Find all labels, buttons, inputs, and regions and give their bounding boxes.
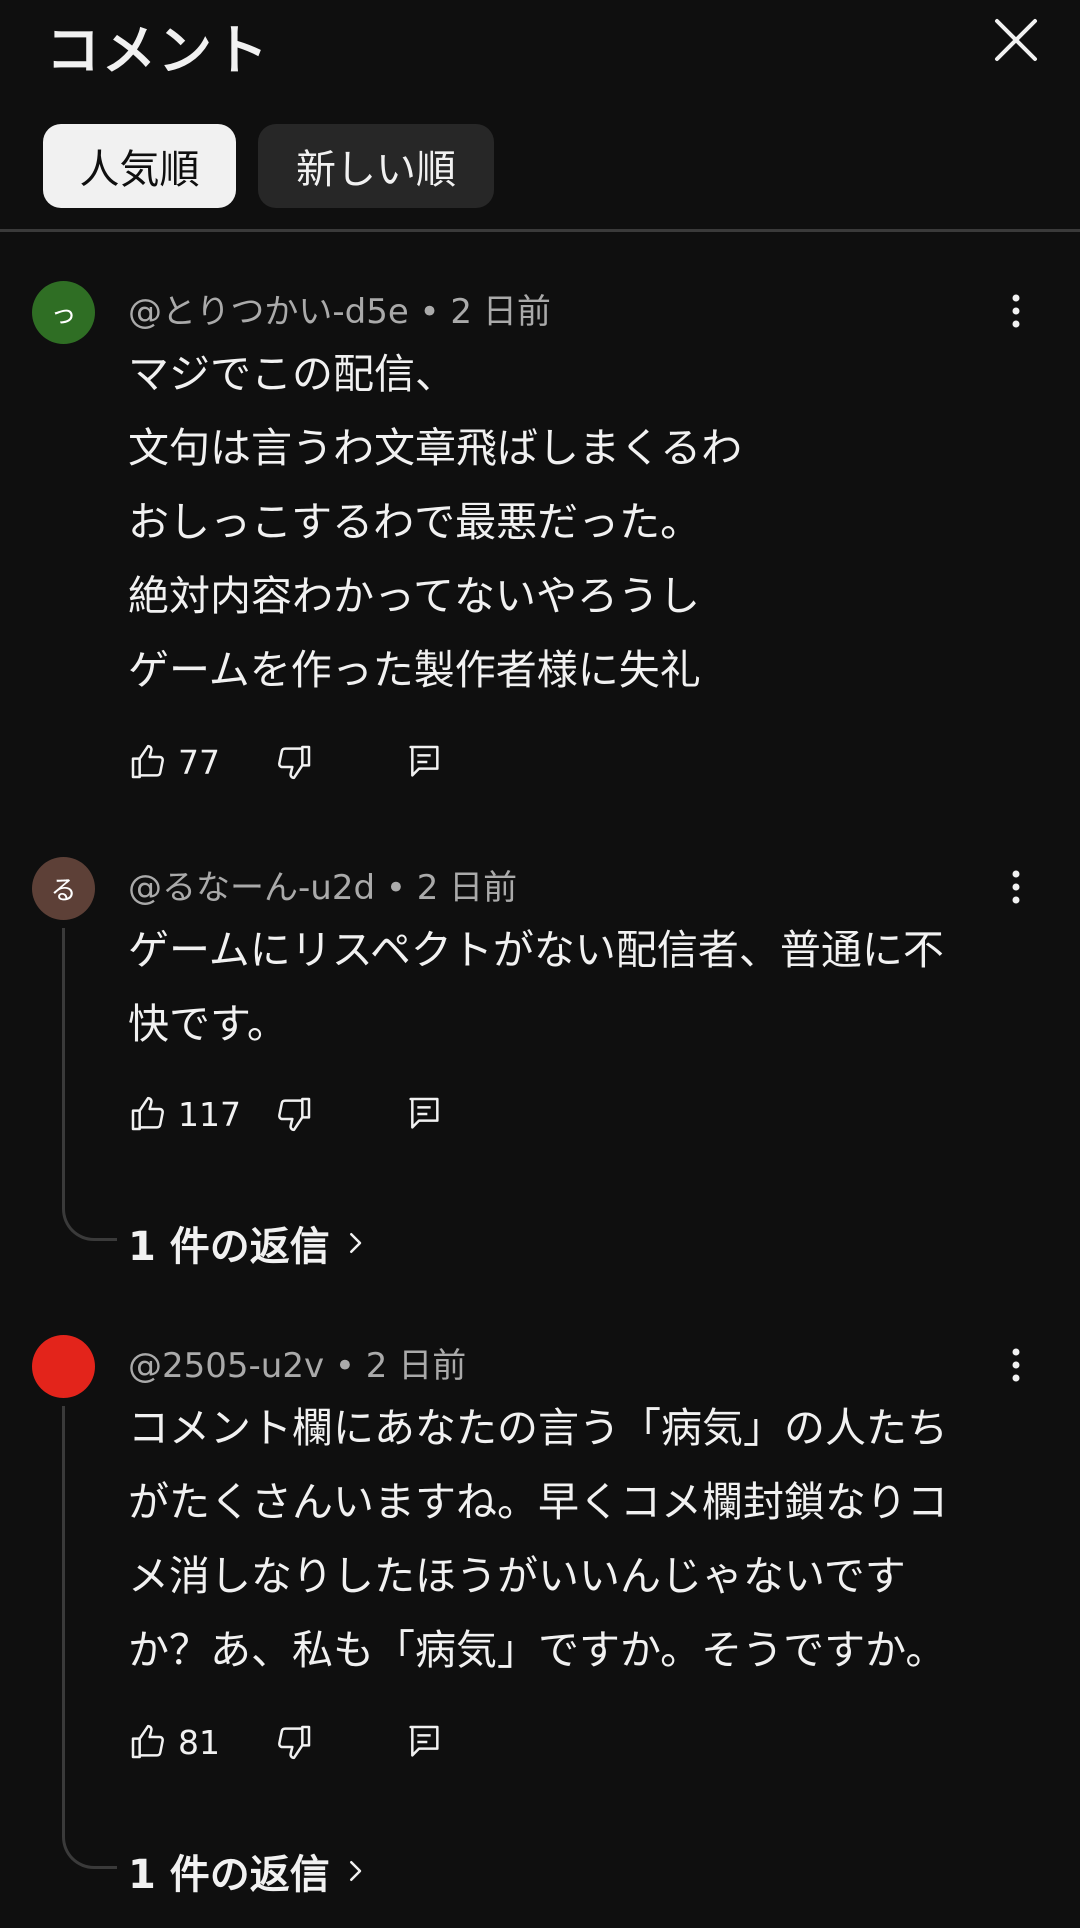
reply-icon: [409, 1725, 439, 1757]
comment-text: マジでこの配信、 文句は言うわ文章飛ばしまくるわ おしっこするわで最悪だった。 …: [128, 337, 1008, 707]
comment-text: コメント欄にあなたの言う「病気」の人たち がたくさんいますね。早くコメ欄封鎖なり…: [128, 1391, 1008, 1687]
comment-line: マジでこの配信、: [128, 350, 456, 398]
reply-button[interactable]: [404, 738, 444, 786]
comment-line: コメント欄にあなたの言う「病気」の人たち: [128, 1404, 948, 1452]
like-count: 117: [178, 1094, 241, 1134]
like-button[interactable]: 117: [128, 1090, 241, 1138]
replies-label: 1 件の返信: [128, 1852, 330, 1898]
avatar[interactable]: っ: [32, 281, 95, 344]
header-divider: [0, 229, 1080, 232]
reply-button[interactable]: [404, 1090, 444, 1138]
comment-author[interactable]: @るなーん-u2d: [128, 868, 375, 908]
replies-label: 1 件の返信: [128, 1224, 330, 1270]
comment-line: メ消しなりしたほうがいいんじゃないです: [128, 1552, 906, 1600]
chevron-right-icon: [349, 1861, 362, 1881]
like-icon: [131, 1096, 164, 1131]
like-button[interactable]: 81: [128, 1718, 220, 1766]
reply-icon: [409, 745, 439, 777]
comment-line: か？あ、私も「病気」ですか。そうですか。: [128, 1626, 947, 1674]
comment-line: がたくさんいますね。早くコメ欄封鎖なりコ: [128, 1478, 948, 1526]
comment-meta: @2505-u2v • 2 日前: [128, 1346, 467, 1386]
more-vert-icon[interactable]: [1000, 286, 1032, 336]
avatar-initial: る: [50, 876, 77, 906]
panel-title: コメント: [46, 19, 270, 82]
comment-line: ゲームを作った製作者様に失礼: [128, 646, 701, 694]
comment-meta: @とりつかい-d5e • 2 日前: [128, 292, 551, 332]
comment-line: 快です。: [128, 1000, 288, 1048]
dislike-icon: [278, 745, 311, 780]
comment-time: 2 日前: [365, 1346, 467, 1386]
reply-icon: [409, 1097, 439, 1129]
like-icon: [131, 744, 164, 779]
sort-chip-top[interactable]: 人気順: [43, 124, 236, 208]
comment-line: おしっこするわで最悪だった。: [128, 498, 702, 546]
comment-actions: 81: [128, 1718, 468, 1766]
close-icon[interactable]: [990, 14, 1042, 66]
like-count: 81: [178, 1722, 220, 1762]
reply-thread-line: [62, 1406, 117, 1869]
comment-actions: 117: [128, 1090, 468, 1138]
comment-author[interactable]: @2505-u2v: [128, 1346, 324, 1386]
comment-actions: 77: [128, 738, 468, 786]
more-vert-icon[interactable]: [1000, 1340, 1032, 1390]
reply-thread-line: [62, 928, 117, 1241]
view-replies-button[interactable]: 1 件の返信: [128, 1214, 370, 1272]
like-button[interactable]: 77: [128, 738, 220, 786]
like-icon: [131, 1724, 164, 1759]
comment-time: 2 日前: [416, 868, 518, 908]
avatar[interactable]: [32, 1335, 95, 1398]
chevron-right-icon: [349, 1233, 362, 1253]
view-replies-button[interactable]: 1 件の返信: [128, 1842, 370, 1900]
dislike-button[interactable]: [274, 738, 314, 786]
dislike-icon: [278, 1725, 311, 1760]
like-count: 77: [178, 742, 220, 782]
avatar-initial: っ: [50, 300, 77, 330]
dislike-button[interactable]: [274, 1718, 314, 1766]
comment-text: ゲームにリスペクトがない配信者、普通に不 快です。: [128, 913, 1008, 1061]
comment-meta: @るなーん-u2d • 2 日前: [128, 868, 518, 908]
comments-header: コメント 人気順 新しい順: [0, 0, 1080, 230]
dislike-button[interactable]: [274, 1090, 314, 1138]
comment-author[interactable]: @とりつかい-d5e: [128, 292, 409, 332]
comment-time: 2 日前: [450, 292, 551, 332]
sort-chip-newest[interactable]: 新しい順: [258, 124, 494, 208]
comment-line: ゲームにリスペクトがない配信者、普通に不: [128, 926, 944, 974]
comment-line: 文句は言うわ文章飛ばしまくるわ: [128, 424, 743, 472]
comment-line: 絶対内容わかってないやろうし: [128, 572, 700, 620]
reply-button[interactable]: [404, 1718, 444, 1766]
dislike-icon: [278, 1097, 311, 1132]
more-vert-icon[interactable]: [1000, 862, 1032, 912]
avatar[interactable]: る: [32, 857, 95, 920]
